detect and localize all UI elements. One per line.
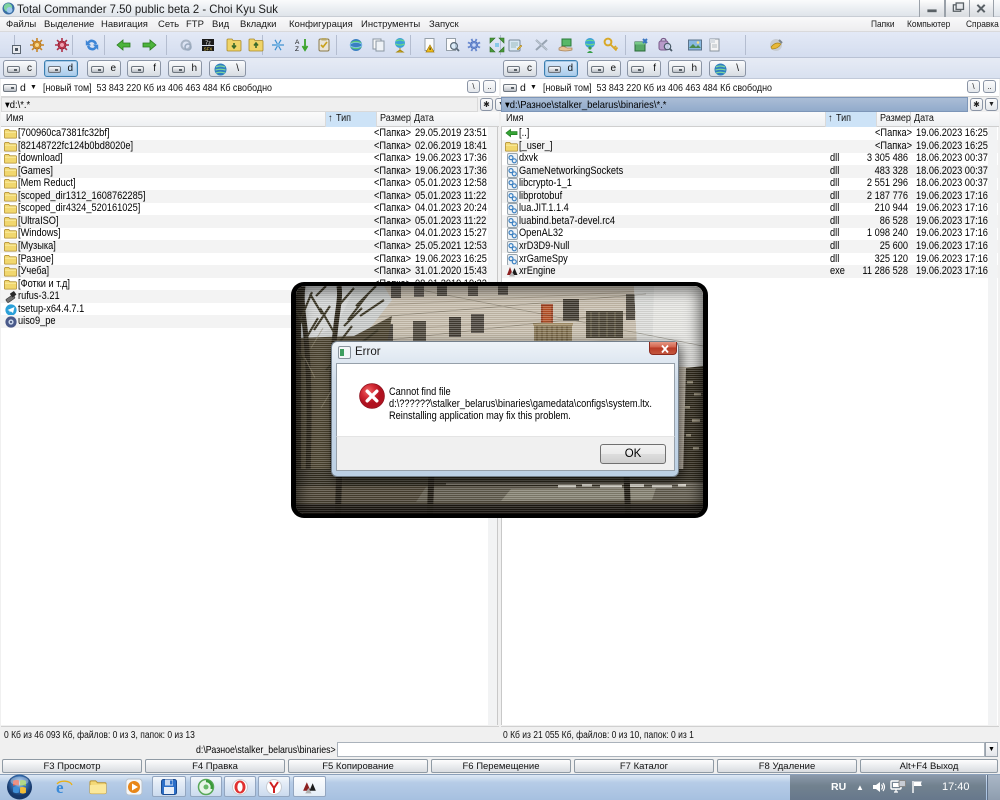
svg-text:SFX: SFX bbox=[204, 46, 213, 51]
svg-text:Z: Z bbox=[295, 46, 299, 53]
svg-text:A: A bbox=[295, 39, 300, 46]
